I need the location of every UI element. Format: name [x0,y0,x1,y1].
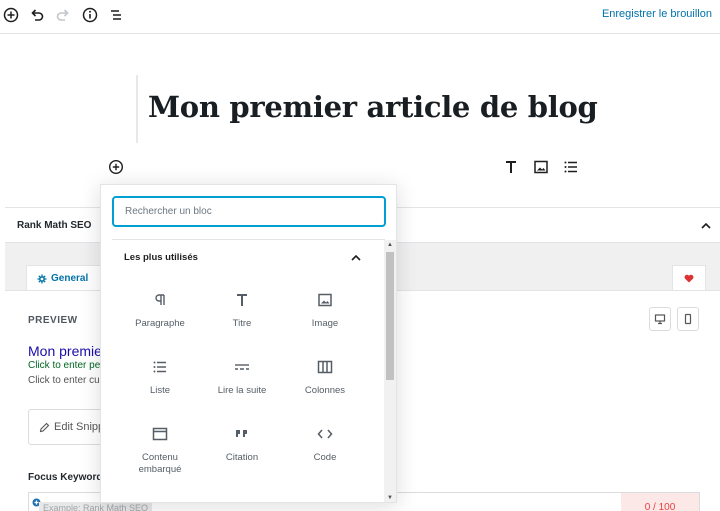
block-quote[interactable]: Citation [201,420,283,476]
block-inserter-popover: Les plus utilisés Paragraphe Titre Image… [100,184,397,503]
desktop-icon [654,314,666,325]
snippet-description[interactable]: Click to enter cus [28,375,105,386]
editor-toolbar: Enregistrer le brouillon [0,0,720,34]
snippet-url[interactable]: Click to enter pe [28,360,100,371]
save-draft-button[interactable]: Enregistrer le brouillon [602,8,712,20]
outline-icon[interactable] [106,5,126,25]
scroll-down-icon[interactable]: ▼ [387,495,393,501]
chevron-up-icon[interactable] [349,251,363,265]
block-columns[interactable]: Colonnes [284,353,366,409]
scroll-up-icon[interactable]: ▲ [387,242,393,248]
seo-score-badge: 0 / 100 [621,493,699,511]
scrollbar-thumb[interactable] [386,252,394,380]
block-label: Image [311,318,339,329]
list-icon [150,357,170,377]
quote-icon [232,424,252,444]
block-embed[interactable]: Contenu embarqué [119,420,201,476]
mobile-preview-button[interactable] [677,307,699,331]
add-block-icon[interactable] [1,5,21,25]
block-label: Code [313,452,337,463]
focus-keyword-label: Focus Keyword [28,472,103,483]
block-label: Liste [149,385,171,396]
more-icon [232,357,252,377]
block-heading[interactable]: Titre [201,286,283,342]
inserter-scrollbar[interactable]: ▲ ▼ [384,240,396,502]
image-icon [315,290,335,310]
heading-shortcut-icon[interactable] [503,159,519,175]
tab-general-label: General [51,273,89,284]
post-title[interactable]: Mon premier article de blog [148,90,598,124]
block-paragraph[interactable]: Paragraphe [119,286,201,342]
rank-math-title: Rank Math SEO [17,220,92,231]
columns-icon [315,357,335,377]
gear-icon [37,274,47,283]
block-list[interactable]: Liste [119,353,201,409]
block-label: Lire la suite [217,385,267,396]
tab-favorite[interactable] [672,265,706,291]
mobile-icon [684,313,692,325]
title-block-border [136,75,138,143]
block-more[interactable]: Lire la suite [201,353,283,409]
block-label: Paragraphe [135,318,185,329]
keyword-placeholder: Example: Rank Math SEO [39,502,153,511]
list-shortcut-icon[interactable] [563,159,579,175]
category-title: Les plus utilisés [124,252,198,263]
embed-icon [150,424,170,444]
block-search-input[interactable] [112,196,386,227]
desktop-preview-button[interactable] [649,307,671,331]
info-icon[interactable] [80,5,100,25]
block-label: Contenu embarqué [138,452,182,475]
preview-label: PREVIEW [28,315,78,326]
snippet-title[interactable]: Mon premier [28,343,107,359]
pencil-icon [39,422,50,432]
tab-general[interactable]: General [26,265,106,291]
undo-icon[interactable] [27,5,47,25]
paragraph-icon [150,290,170,310]
block-label: Citation [225,452,259,463]
chevron-up-icon[interactable] [700,219,712,237]
edit-snippet-label: Edit Snipp [54,421,105,433]
image-shortcut-icon[interactable] [533,159,549,175]
block-image[interactable]: Image [284,286,366,342]
block-inserter-icon[interactable] [108,159,124,175]
redo-icon[interactable] [53,5,73,25]
block-label: Colonnes [304,385,346,396]
divider [112,239,385,240]
block-label: Titre [232,318,252,329]
block-code[interactable]: Code [284,420,366,476]
code-icon [315,424,335,444]
heart-icon [684,274,694,283]
heading-icon [232,290,252,310]
